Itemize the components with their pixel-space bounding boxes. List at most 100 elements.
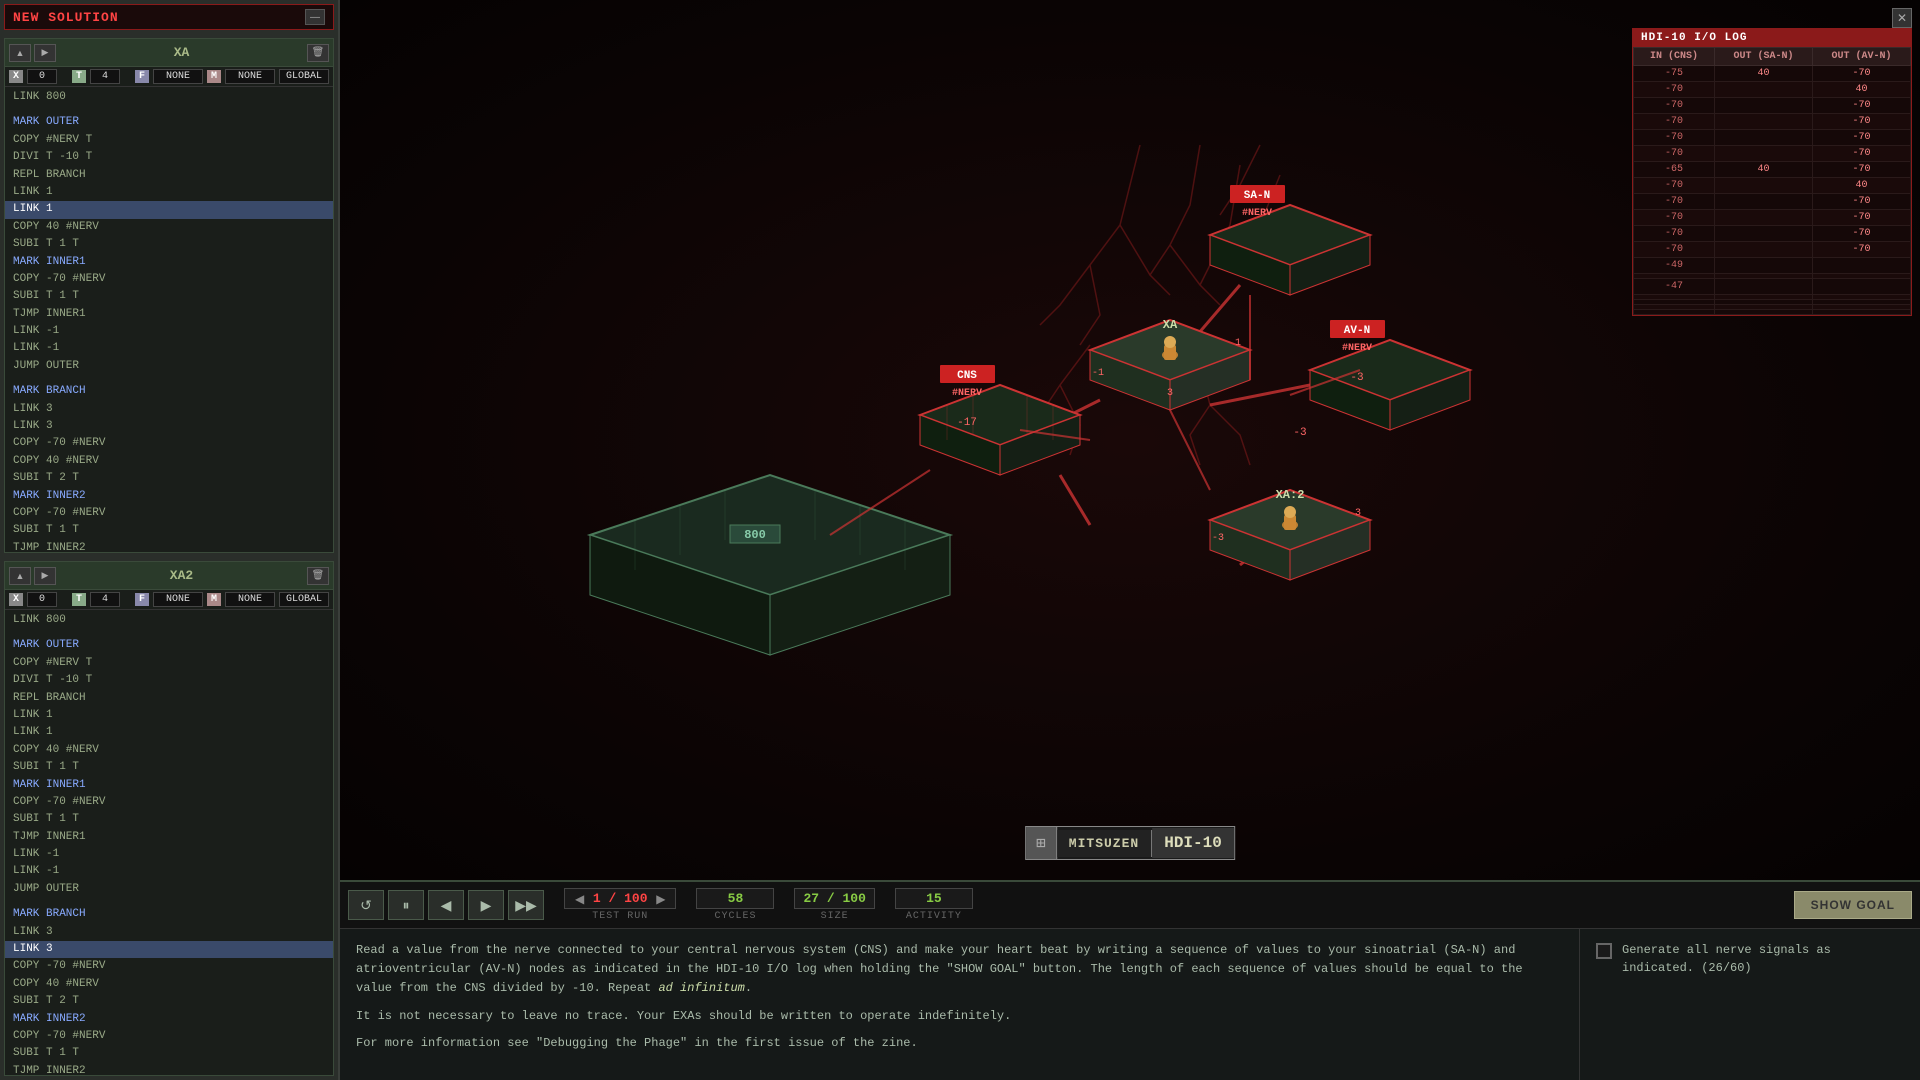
code-line[interactable]: LINK 1 bbox=[5, 201, 333, 218]
code-line[interactable]: LINK 3 bbox=[5, 401, 333, 418]
code-line[interactable]: SUBI T 1 T bbox=[5, 288, 333, 305]
code-line[interactable]: LINK 1 bbox=[5, 184, 333, 201]
code-line[interactable]: LINK -1 bbox=[5, 863, 333, 880]
svg-text:AV-N: AV-N bbox=[1344, 325, 1370, 337]
code-line[interactable]: LINK -1 bbox=[5, 846, 333, 863]
code-line[interactable]: COPY 40 #NERV bbox=[5, 742, 333, 759]
code-line[interactable]: COPY 40 #NERV bbox=[5, 219, 333, 236]
code-line[interactable]: JUMP OUTER bbox=[5, 881, 333, 898]
exa-registers-xa2: X 0 T 4 F NONE M NONE GLOBAL bbox=[5, 590, 333, 610]
code-line[interactable]: COPY -70 #NERV bbox=[5, 794, 333, 811]
code-line[interactable]: SUBI T 1 T bbox=[5, 1045, 333, 1062]
avn-platform: AV-N #NERV -3 bbox=[1310, 320, 1470, 430]
table-cell: -70 bbox=[1634, 210, 1715, 226]
code-line[interactable]: REPL BRANCH bbox=[5, 167, 333, 184]
code-line[interactable]: SUBI T 1 T bbox=[5, 811, 333, 828]
goal-checkbox[interactable] bbox=[1596, 943, 1612, 959]
code-line[interactable]: SUBI T 2 T bbox=[5, 470, 333, 487]
code-line[interactable] bbox=[5, 106, 333, 114]
minimize-button[interactable]: — bbox=[305, 9, 325, 25]
code-line[interactable]: MARK BRANCH bbox=[5, 383, 333, 400]
code-line[interactable]: DIVI T -10 T bbox=[5, 672, 333, 689]
code-line[interactable]: COPY #NERV T bbox=[5, 655, 333, 672]
fast-fwd-button[interactable]: ▶▶ bbox=[508, 890, 544, 920]
code-line[interactable]: TJMP INNER2 bbox=[5, 540, 333, 552]
code-line[interactable]: MARK OUTER bbox=[5, 114, 333, 131]
test-run-prev[interactable]: ◀ bbox=[573, 892, 586, 906]
exa-delete-btn-xa2[interactable]: 🗑 bbox=[307, 567, 329, 585]
new-solution-bar: NEW SOLUTION — bbox=[4, 4, 334, 30]
svg-text:3: 3 bbox=[1167, 388, 1173, 399]
code-line[interactable]: SUBI T 1 T bbox=[5, 759, 333, 776]
code-line[interactable]: TJMP INNER2 bbox=[5, 1063, 333, 1075]
code-line[interactable] bbox=[5, 375, 333, 383]
code-line[interactable]: COPY 40 #NERV bbox=[5, 453, 333, 470]
size-value: 27 / 100 bbox=[803, 891, 865, 906]
t-label-xa: T bbox=[72, 70, 86, 83]
code-line[interactable]: MARK INNER2 bbox=[5, 1011, 333, 1028]
code-line[interactable]: COPY -70 #NERV bbox=[5, 435, 333, 452]
code-line[interactable]: DIVI T -10 T bbox=[5, 149, 333, 166]
code-line[interactable]: SUBI T 2 T bbox=[5, 993, 333, 1010]
m-register-xa2: M NONE GLOBAL bbox=[207, 592, 329, 607]
m-mode-xa: GLOBAL bbox=[279, 69, 329, 84]
code-line[interactable]: COPY -70 #NERV bbox=[5, 271, 333, 288]
exa-play-btn-xa2[interactable]: ▶ bbox=[34, 567, 56, 585]
code-line[interactable]: JUMP OUTER bbox=[5, 358, 333, 375]
code-line[interactable]: LINK -1 bbox=[5, 340, 333, 357]
code-line[interactable]: LINK 3 bbox=[5, 941, 333, 958]
code-line[interactable]: SUBI T 1 T bbox=[5, 522, 333, 539]
exa-play-btn-xa[interactable]: ▶ bbox=[34, 44, 56, 62]
table-cell: 40 bbox=[1714, 162, 1812, 178]
code-area-xa[interactable]: LINK 800 MARK OUTERCOPY #NERV TDIVI T -10… bbox=[5, 87, 333, 552]
code-line[interactable]: TJMP INNER1 bbox=[5, 306, 333, 323]
code-line[interactable]: COPY #NERV T bbox=[5, 132, 333, 149]
exa-delete-btn-xa[interactable]: 🗑 bbox=[307, 44, 329, 62]
test-run-value: 1 / 100 bbox=[590, 891, 650, 906]
code-line[interactable] bbox=[5, 898, 333, 906]
table-cell: -70 bbox=[1812, 146, 1910, 162]
code-line[interactable]: COPY -70 #NERV bbox=[5, 958, 333, 975]
code-line[interactable]: LINK 800 bbox=[5, 89, 333, 106]
play-button[interactable]: ▶ bbox=[468, 890, 504, 920]
description-paragraph: It is not necessary to leave no trace. Y… bbox=[356, 1007, 1563, 1026]
code-line[interactable]: LINK 1 bbox=[5, 707, 333, 724]
code-line[interactable]: LINK -1 bbox=[5, 323, 333, 340]
table-cell: -70 bbox=[1812, 98, 1910, 114]
code-line[interactable]: MARK INNER2 bbox=[5, 488, 333, 505]
step-back-button[interactable]: ◀ bbox=[428, 890, 464, 920]
code-line[interactable]: REPL BRANCH bbox=[5, 690, 333, 707]
size-group: 27 / 100 SIZE bbox=[794, 888, 874, 922]
table-cell: 40 bbox=[1812, 82, 1910, 98]
exa-up-btn-xa2[interactable]: ▲ bbox=[9, 567, 31, 585]
table-cell bbox=[1714, 114, 1812, 130]
table-cell bbox=[1714, 82, 1812, 98]
exa-up-btn-xa[interactable]: ▲ bbox=[9, 44, 31, 62]
code-line[interactable]: SUBI T 1 T bbox=[5, 236, 333, 253]
code-line[interactable]: MARK INNER1 bbox=[5, 254, 333, 271]
col-cns: IN (CNS) bbox=[1634, 48, 1715, 66]
code-area-xa2[interactable]: LINK 800 MARK OUTERCOPY #NERV TDIVI T -10… bbox=[5, 610, 333, 1075]
code-line[interactable]: LINK 3 bbox=[5, 924, 333, 941]
table-cell: -47 bbox=[1634, 279, 1715, 295]
code-line[interactable]: MARK OUTER bbox=[5, 637, 333, 654]
code-line[interactable]: MARK BRANCH bbox=[5, 906, 333, 923]
svg-text:CNS: CNS bbox=[957, 370, 977, 382]
show-goal-button[interactable]: SHOW GOAL bbox=[1794, 891, 1912, 919]
code-line[interactable]: LINK 800 bbox=[5, 612, 333, 629]
test-run-next[interactable]: ▶ bbox=[654, 892, 667, 906]
code-line[interactable]: COPY 40 #NERV bbox=[5, 976, 333, 993]
rewind-button[interactable]: ↺ bbox=[348, 890, 384, 920]
code-line[interactable]: COPY -70 #NERV bbox=[5, 1028, 333, 1045]
code-line[interactable]: MARK INNER1 bbox=[5, 777, 333, 794]
code-line[interactable]: LINK 3 bbox=[5, 418, 333, 435]
code-line[interactable]: LINK 1 bbox=[5, 724, 333, 741]
code-line[interactable] bbox=[5, 629, 333, 637]
pause-button[interactable]: ⏸ bbox=[388, 890, 424, 920]
code-line[interactable]: COPY -70 #NERV bbox=[5, 505, 333, 522]
close-button[interactable]: ✕ bbox=[1892, 8, 1912, 28]
exa-name-xa2: XA2 bbox=[170, 568, 193, 583]
table-cell bbox=[1714, 98, 1812, 114]
m-mode-xa2: GLOBAL bbox=[279, 592, 329, 607]
code-line[interactable]: TJMP INNER1 bbox=[5, 829, 333, 846]
